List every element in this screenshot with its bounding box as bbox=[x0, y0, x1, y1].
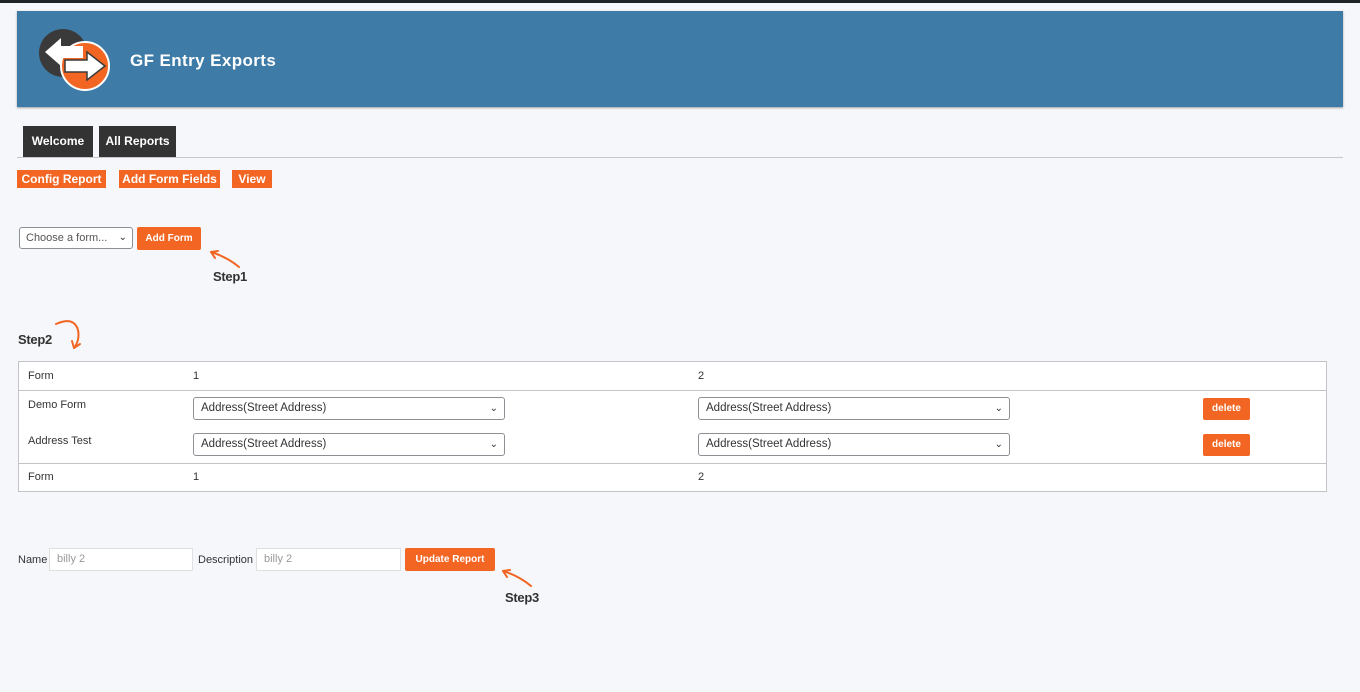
step2-arrow-icon bbox=[55, 320, 81, 349]
tab-all-reports[interactable]: All Reports bbox=[99, 126, 176, 157]
chevron-down-icon: ⌄ bbox=[994, 439, 1003, 450]
table-header-col-2: 2 bbox=[698, 370, 705, 382]
row1-delete-button[interactable]: delete bbox=[1203, 398, 1250, 420]
config-report-button[interactable]: Config Report bbox=[17, 170, 106, 188]
tab-welcome[interactable]: Welcome bbox=[23, 126, 93, 157]
chevron-down-icon: ⌄ bbox=[118, 232, 127, 243]
gf-export-logo-icon bbox=[39, 29, 110, 91]
name-input[interactable]: billy 2 bbox=[49, 548, 193, 571]
update-report-button[interactable]: Update Report bbox=[405, 548, 495, 571]
table-footer-col-2: 2 bbox=[698, 471, 705, 483]
tab-bar: Welcome All Reports bbox=[17, 126, 1343, 158]
step1-label: Step1 bbox=[213, 269, 247, 284]
name-label: Name bbox=[18, 554, 48, 566]
row-form-name: Demo Form bbox=[28, 399, 87, 411]
row2-delete-button[interactable]: delete bbox=[1203, 434, 1250, 456]
chevron-down-icon: ⌄ bbox=[489, 403, 498, 414]
row2-field1-select[interactable]: Address(Street Address) ⌄ bbox=[193, 433, 505, 456]
row2-field2-value: Address(Street Address) bbox=[706, 438, 832, 450]
admin-top-bar bbox=[0, 0, 1360, 3]
description-input[interactable]: billy 2 bbox=[256, 548, 401, 571]
row-form-name: Address Test bbox=[28, 435, 92, 447]
form-select[interactable]: Choose a form... ⌄ bbox=[19, 227, 133, 249]
table-footer-divider bbox=[19, 463, 1326, 464]
row1-field1-value: Address(Street Address) bbox=[201, 402, 327, 414]
step3-arrow-icon bbox=[502, 569, 532, 587]
table-header-col-1: 1 bbox=[193, 370, 200, 382]
chevron-down-icon: ⌄ bbox=[489, 439, 498, 450]
row1-field2-select[interactable]: Address(Street Address) ⌄ bbox=[698, 397, 1010, 420]
row1-field1-select[interactable]: Address(Street Address) ⌄ bbox=[193, 397, 505, 420]
table-footer-col-1: 1 bbox=[193, 471, 200, 483]
step2-label: Step2 bbox=[18, 332, 52, 347]
add-form-button[interactable]: Add Form bbox=[137, 227, 201, 250]
row2-field2-select[interactable]: Address(Street Address) ⌄ bbox=[698, 433, 1010, 456]
plugin-header: GF Entry Exports bbox=[17, 11, 1343, 107]
view-button[interactable]: View bbox=[232, 170, 272, 188]
step3-label: Step3 bbox=[505, 590, 539, 605]
add-form-fields-button[interactable]: Add Form Fields bbox=[119, 170, 220, 188]
description-label: Description bbox=[198, 554, 254, 566]
row2-field1-value: Address(Street Address) bbox=[201, 438, 327, 450]
form-select-value: Choose a form... bbox=[26, 232, 108, 244]
chevron-down-icon: ⌄ bbox=[994, 403, 1003, 414]
step1-arrow-icon bbox=[210, 250, 240, 268]
table-header-divider bbox=[19, 390, 1326, 391]
table-footer-form: Form bbox=[28, 471, 54, 483]
form-fields-table: Form 1 2 Demo Form Address(Street Addres… bbox=[18, 361, 1327, 492]
plugin-title: GF Entry Exports bbox=[130, 51, 277, 70]
row1-field2-value: Address(Street Address) bbox=[706, 402, 832, 414]
table-header-form: Form bbox=[28, 370, 54, 382]
